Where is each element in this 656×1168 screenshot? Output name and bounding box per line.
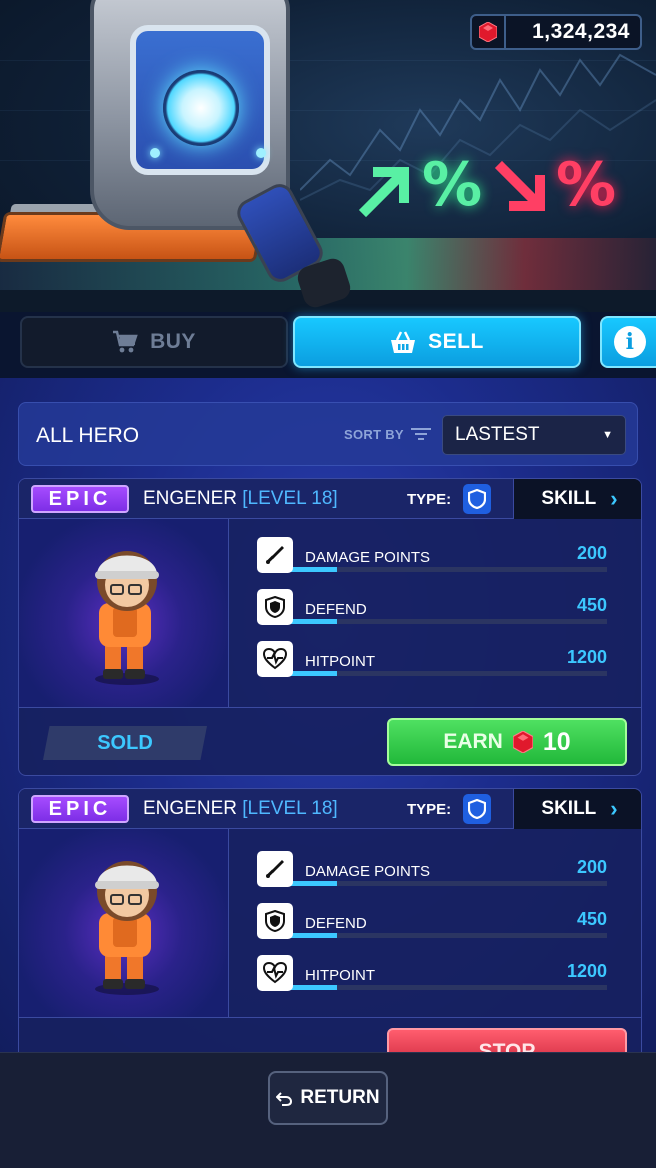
sort-dropdown-value: LASTEST bbox=[455, 424, 540, 445]
stat-hitpoint-value: 1200 bbox=[566, 647, 607, 667]
shield-icon bbox=[257, 903, 293, 939]
stat-hitpoint-value: 1200 bbox=[566, 961, 607, 981]
return-button[interactable]: RETURN bbox=[268, 1071, 388, 1125]
currency-display: 1,324,234 bbox=[470, 14, 642, 50]
skill-button-label: SKILL bbox=[541, 798, 597, 819]
earn-button-label: EARN bbox=[443, 730, 503, 753]
chevron-down-icon: ▼ bbox=[602, 429, 613, 441]
sort-label: SORT BY bbox=[344, 427, 404, 442]
currency-value: 1,324,234 bbox=[532, 20, 630, 43]
skill-button-label: SKILL bbox=[541, 488, 597, 509]
stat-defend-value: 450 bbox=[576, 595, 607, 615]
stat-hitpoint: HITPOINT 1200 bbox=[257, 955, 617, 995]
stat-defend-label: DEFEND bbox=[305, 915, 367, 932]
type-shield-icon bbox=[463, 794, 491, 824]
info-button[interactable]: i bbox=[600, 316, 656, 368]
sort-filter-icon bbox=[411, 428, 431, 440]
skill-button[interactable]: SKILL › bbox=[513, 479, 641, 519]
engineer-character bbox=[95, 861, 159, 995]
earn-amount: 10 bbox=[542, 727, 571, 756]
red-gem-icon bbox=[472, 16, 506, 48]
basket-icon bbox=[391, 331, 416, 353]
type-label: TYPE: bbox=[407, 801, 452, 818]
stat-hitpoint-label: HITPOINT bbox=[305, 967, 375, 984]
stat-hitpoint-label: HITPOINT bbox=[305, 653, 375, 670]
hero-card: EPIC ENGENER [LEVEL 18] TYPE: SKILL › DA… bbox=[18, 478, 642, 776]
stat-hitpoint: HITPOINT 1200 bbox=[257, 641, 617, 681]
rarity-badge: EPIC bbox=[31, 485, 129, 513]
stat-defend: DEFEND 450 bbox=[257, 903, 617, 943]
stat-defend-value: 450 bbox=[576, 909, 607, 929]
arrow-up-icon bbox=[358, 166, 410, 218]
info-icon: i bbox=[614, 326, 646, 358]
hero-level: [LEVEL 18] bbox=[242, 488, 338, 509]
rarity-badge: EPIC bbox=[31, 795, 129, 823]
hero-name: ENGENER [LEVEL 18] bbox=[143, 798, 338, 820]
hero-card-footer: SOLD EARN 10 bbox=[19, 707, 641, 775]
heart-pulse-icon bbox=[257, 641, 293, 677]
stat-defend-label: DEFEND bbox=[305, 601, 367, 618]
hero-level: [LEVEL 18] bbox=[242, 798, 338, 819]
stat-defend: DEFEND 450 bbox=[257, 589, 617, 629]
hero-name: ENGENER [LEVEL 18] bbox=[143, 488, 338, 510]
shield-icon bbox=[257, 589, 293, 625]
percent-down-label: % bbox=[556, 150, 617, 220]
hero-name-text: ENGENER bbox=[143, 488, 237, 509]
hero-portrait bbox=[19, 829, 229, 1017]
filter-title: ALL HERO bbox=[36, 424, 140, 447]
skill-button[interactable]: SKILL › bbox=[513, 789, 641, 829]
hero-card: EPIC ENGENER [LEVEL 18] TYPE: SKILL › DA… bbox=[18, 788, 642, 1086]
earn-button[interactable]: EARN 10 bbox=[387, 718, 627, 766]
return-button-label: RETURN bbox=[300, 1087, 380, 1108]
red-gem-icon bbox=[512, 731, 533, 753]
cart-icon bbox=[113, 330, 138, 353]
chevron-right-icon: › bbox=[610, 796, 618, 821]
stat-damage: DAMAGE POINTS 200 bbox=[257, 851, 617, 891]
sold-status-badge: SOLD bbox=[43, 726, 207, 760]
undo-icon bbox=[276, 1092, 293, 1106]
type-label: TYPE: bbox=[407, 491, 452, 508]
stat-damage-value: 200 bbox=[576, 857, 607, 877]
tab-sell-label: SELL bbox=[428, 330, 484, 353]
engineer-character bbox=[95, 551, 159, 685]
hero-portrait bbox=[19, 519, 229, 707]
sword-icon bbox=[257, 537, 293, 573]
type-shield-icon bbox=[463, 484, 491, 514]
arrow-down-icon bbox=[494, 160, 546, 212]
stat-damage-value: 200 bbox=[576, 543, 607, 563]
tab-buy[interactable]: BUY bbox=[20, 316, 288, 368]
tab-sell[interactable]: SELL bbox=[293, 316, 581, 368]
hero-name-text: ENGENER bbox=[143, 798, 237, 819]
tab-buy-label: BUY bbox=[150, 330, 196, 353]
robot-eye bbox=[163, 70, 239, 146]
sort-dropdown[interactable]: LASTEST ▼ bbox=[442, 415, 626, 455]
heart-pulse-icon bbox=[257, 955, 293, 991]
stat-damage-label: DAMAGE POINTS bbox=[305, 549, 431, 566]
stat-damage-label: DAMAGE POINTS bbox=[305, 863, 431, 880]
chevron-right-icon: › bbox=[610, 486, 618, 511]
sword-icon bbox=[257, 851, 293, 887]
stat-damage: DAMAGE POINTS 200 bbox=[257, 537, 617, 577]
percent-up-label: % bbox=[422, 150, 483, 220]
